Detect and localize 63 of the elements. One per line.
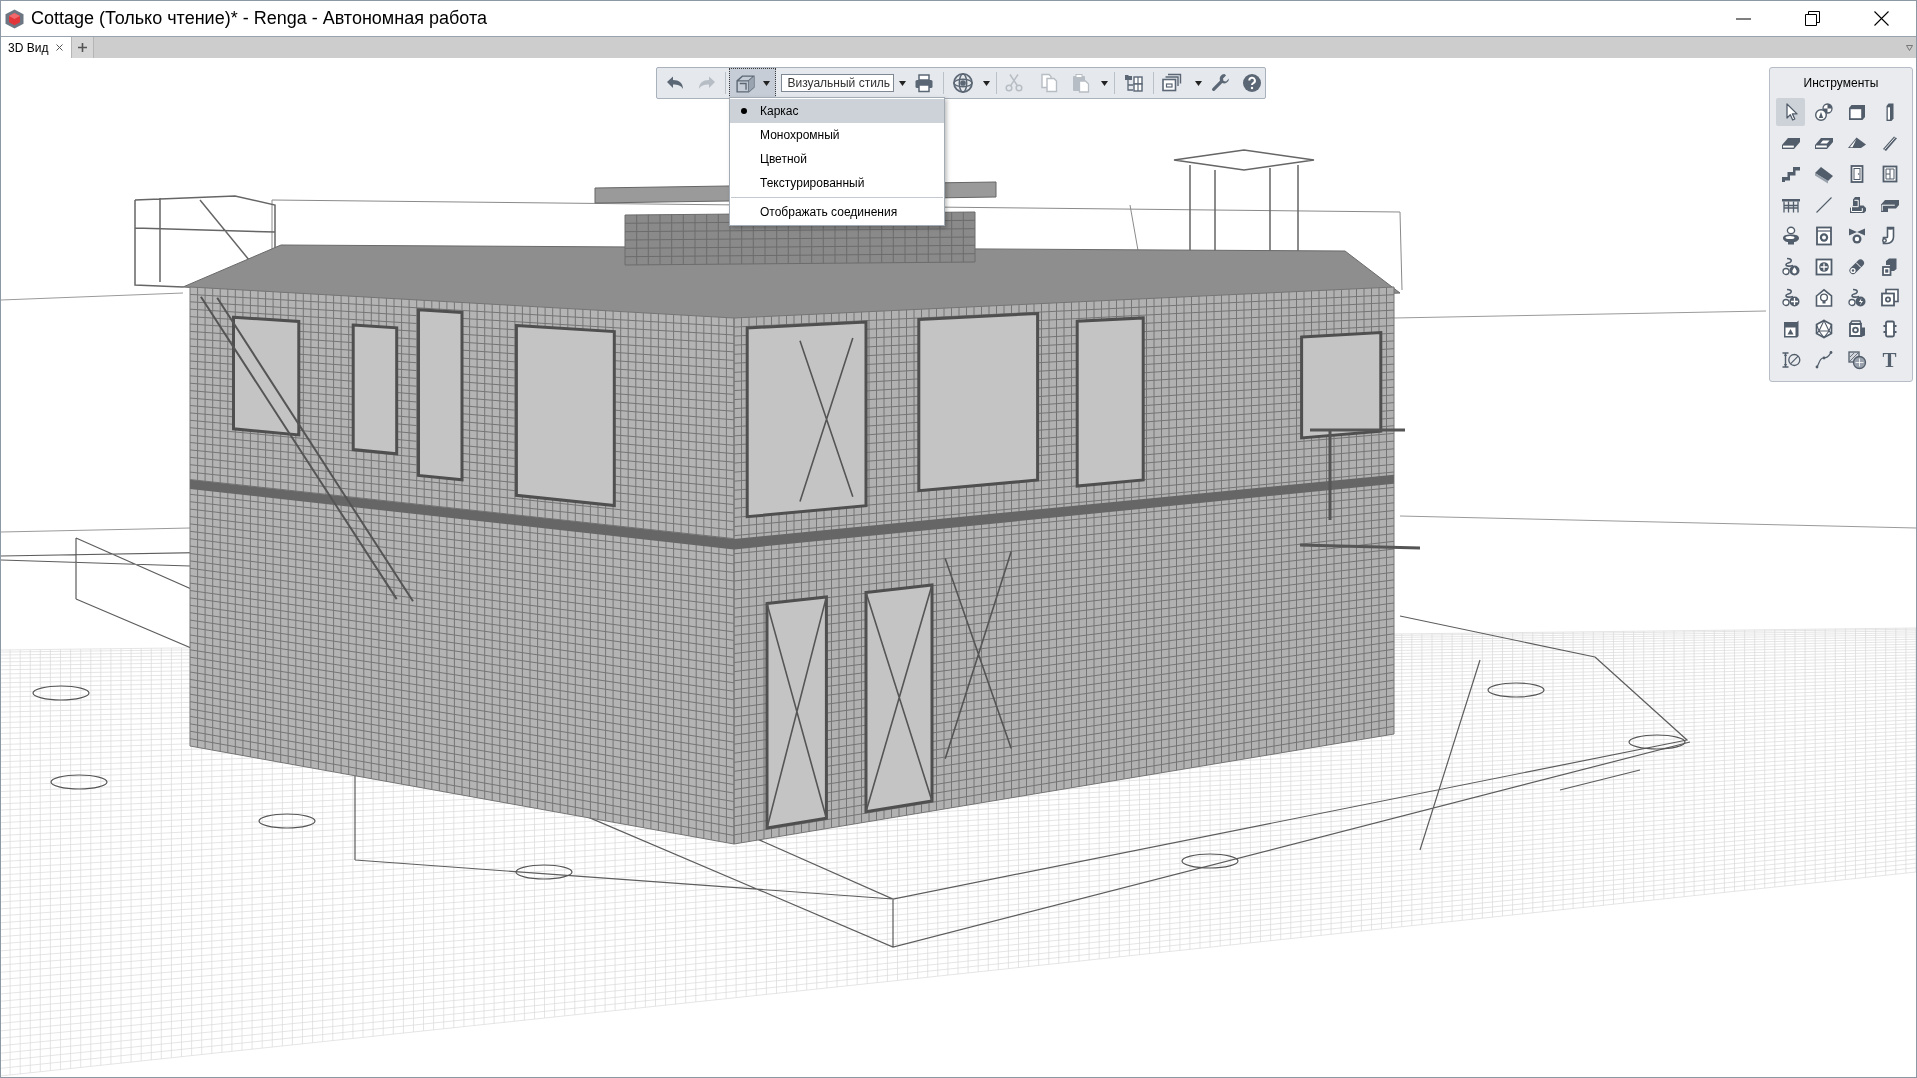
plus-circles-icon — [1780, 288, 1801, 308]
dimension-icon — [1780, 350, 1801, 370]
scissors-icon — [1004, 73, 1024, 93]
close-icon — [56, 44, 64, 51]
stacked-panels-icon — [1161, 73, 1184, 93]
caret-down-icon — [1194, 80, 1202, 86]
caret-down-icon — [982, 80, 990, 86]
clipboard-icon — [1070, 73, 1091, 93]
axis-marker — [515, 864, 573, 880]
circles-icon — [1813, 102, 1834, 122]
plus-icon — [78, 43, 88, 52]
lens-box-icon — [1846, 319, 1867, 339]
toilet-icon — [1780, 226, 1801, 246]
printer-icon — [914, 73, 935, 93]
view-style-button[interactable] — [728, 68, 777, 98]
lightning-circles-icon — [1846, 288, 1867, 308]
axis-marker — [32, 685, 90, 701]
cylinder-icon — [1846, 257, 1867, 277]
close-icon — [1874, 11, 1889, 26]
window-title: Cottage (Только чтение)* - Renga - Автономная работа — [31, 7, 487, 30]
help-icon — [1242, 73, 1263, 93]
axis-marker — [50, 774, 108, 790]
axis-marker — [1628, 734, 1686, 750]
wall-icon — [1846, 102, 1867, 122]
axis-marker — [258, 813, 316, 829]
caret-down-icon — [1101, 80, 1109, 86]
lamp-house-icon — [1813, 288, 1834, 308]
menu-option[interactable]: Каркас — [730, 99, 944, 123]
visual-style-field[interactable]: Визуальный стиль — [781, 74, 895, 92]
cube-logo-icon — [5, 8, 24, 29]
axis-marker — [1487, 682, 1545, 698]
bullet-icon — [741, 108, 747, 114]
menu-option[interactable]: Текстурированный — [730, 171, 944, 195]
polyhedron-icon — [1813, 319, 1834, 339]
hatched-shapes-icon — [1846, 350, 1867, 370]
axis-marker — [1181, 853, 1239, 869]
tool-button[interactable]: T — [1875, 346, 1904, 374]
hierarchy-icon — [1123, 73, 1144, 93]
menu-toggle-option[interactable]: Отображать соединения — [730, 200, 944, 224]
view-tab[interactable]: 3D Вид — [1, 37, 72, 58]
tools-panel-title: Инструменты — [1803, 75, 1879, 92]
restore-icon — [1805, 11, 1820, 26]
ramp-icon — [1813, 164, 1834, 184]
socket-icon — [1879, 288, 1900, 308]
copy-icon — [1038, 73, 1059, 93]
orbit-sphere-icon — [952, 72, 975, 94]
wrench-icon — [1211, 73, 1232, 93]
new-tab-button[interactable] — [71, 37, 95, 58]
drop-circles-icon — [1780, 257, 1801, 277]
valve-icon — [1846, 226, 1867, 246]
tool-button[interactable] — [1776, 98, 1805, 126]
minimize-icon — [1736, 17, 1751, 20]
menu-option[interactable]: Цветной — [730, 147, 944, 171]
caret-down-icon — [763, 80, 771, 86]
curve-icon — [1813, 350, 1834, 370]
circle-cross-box-icon — [1813, 257, 1834, 277]
caret-down-icon — [898, 80, 906, 86]
triangle-down-icon — [1906, 44, 1913, 51]
stair-icon — [1780, 164, 1801, 184]
wireframe-cube-icon — [735, 72, 757, 94]
stacked-boxes-icon — [1879, 257, 1900, 277]
washing-machine-icon — [1813, 226, 1834, 246]
menu-option[interactable]: Монохромный — [730, 123, 944, 147]
